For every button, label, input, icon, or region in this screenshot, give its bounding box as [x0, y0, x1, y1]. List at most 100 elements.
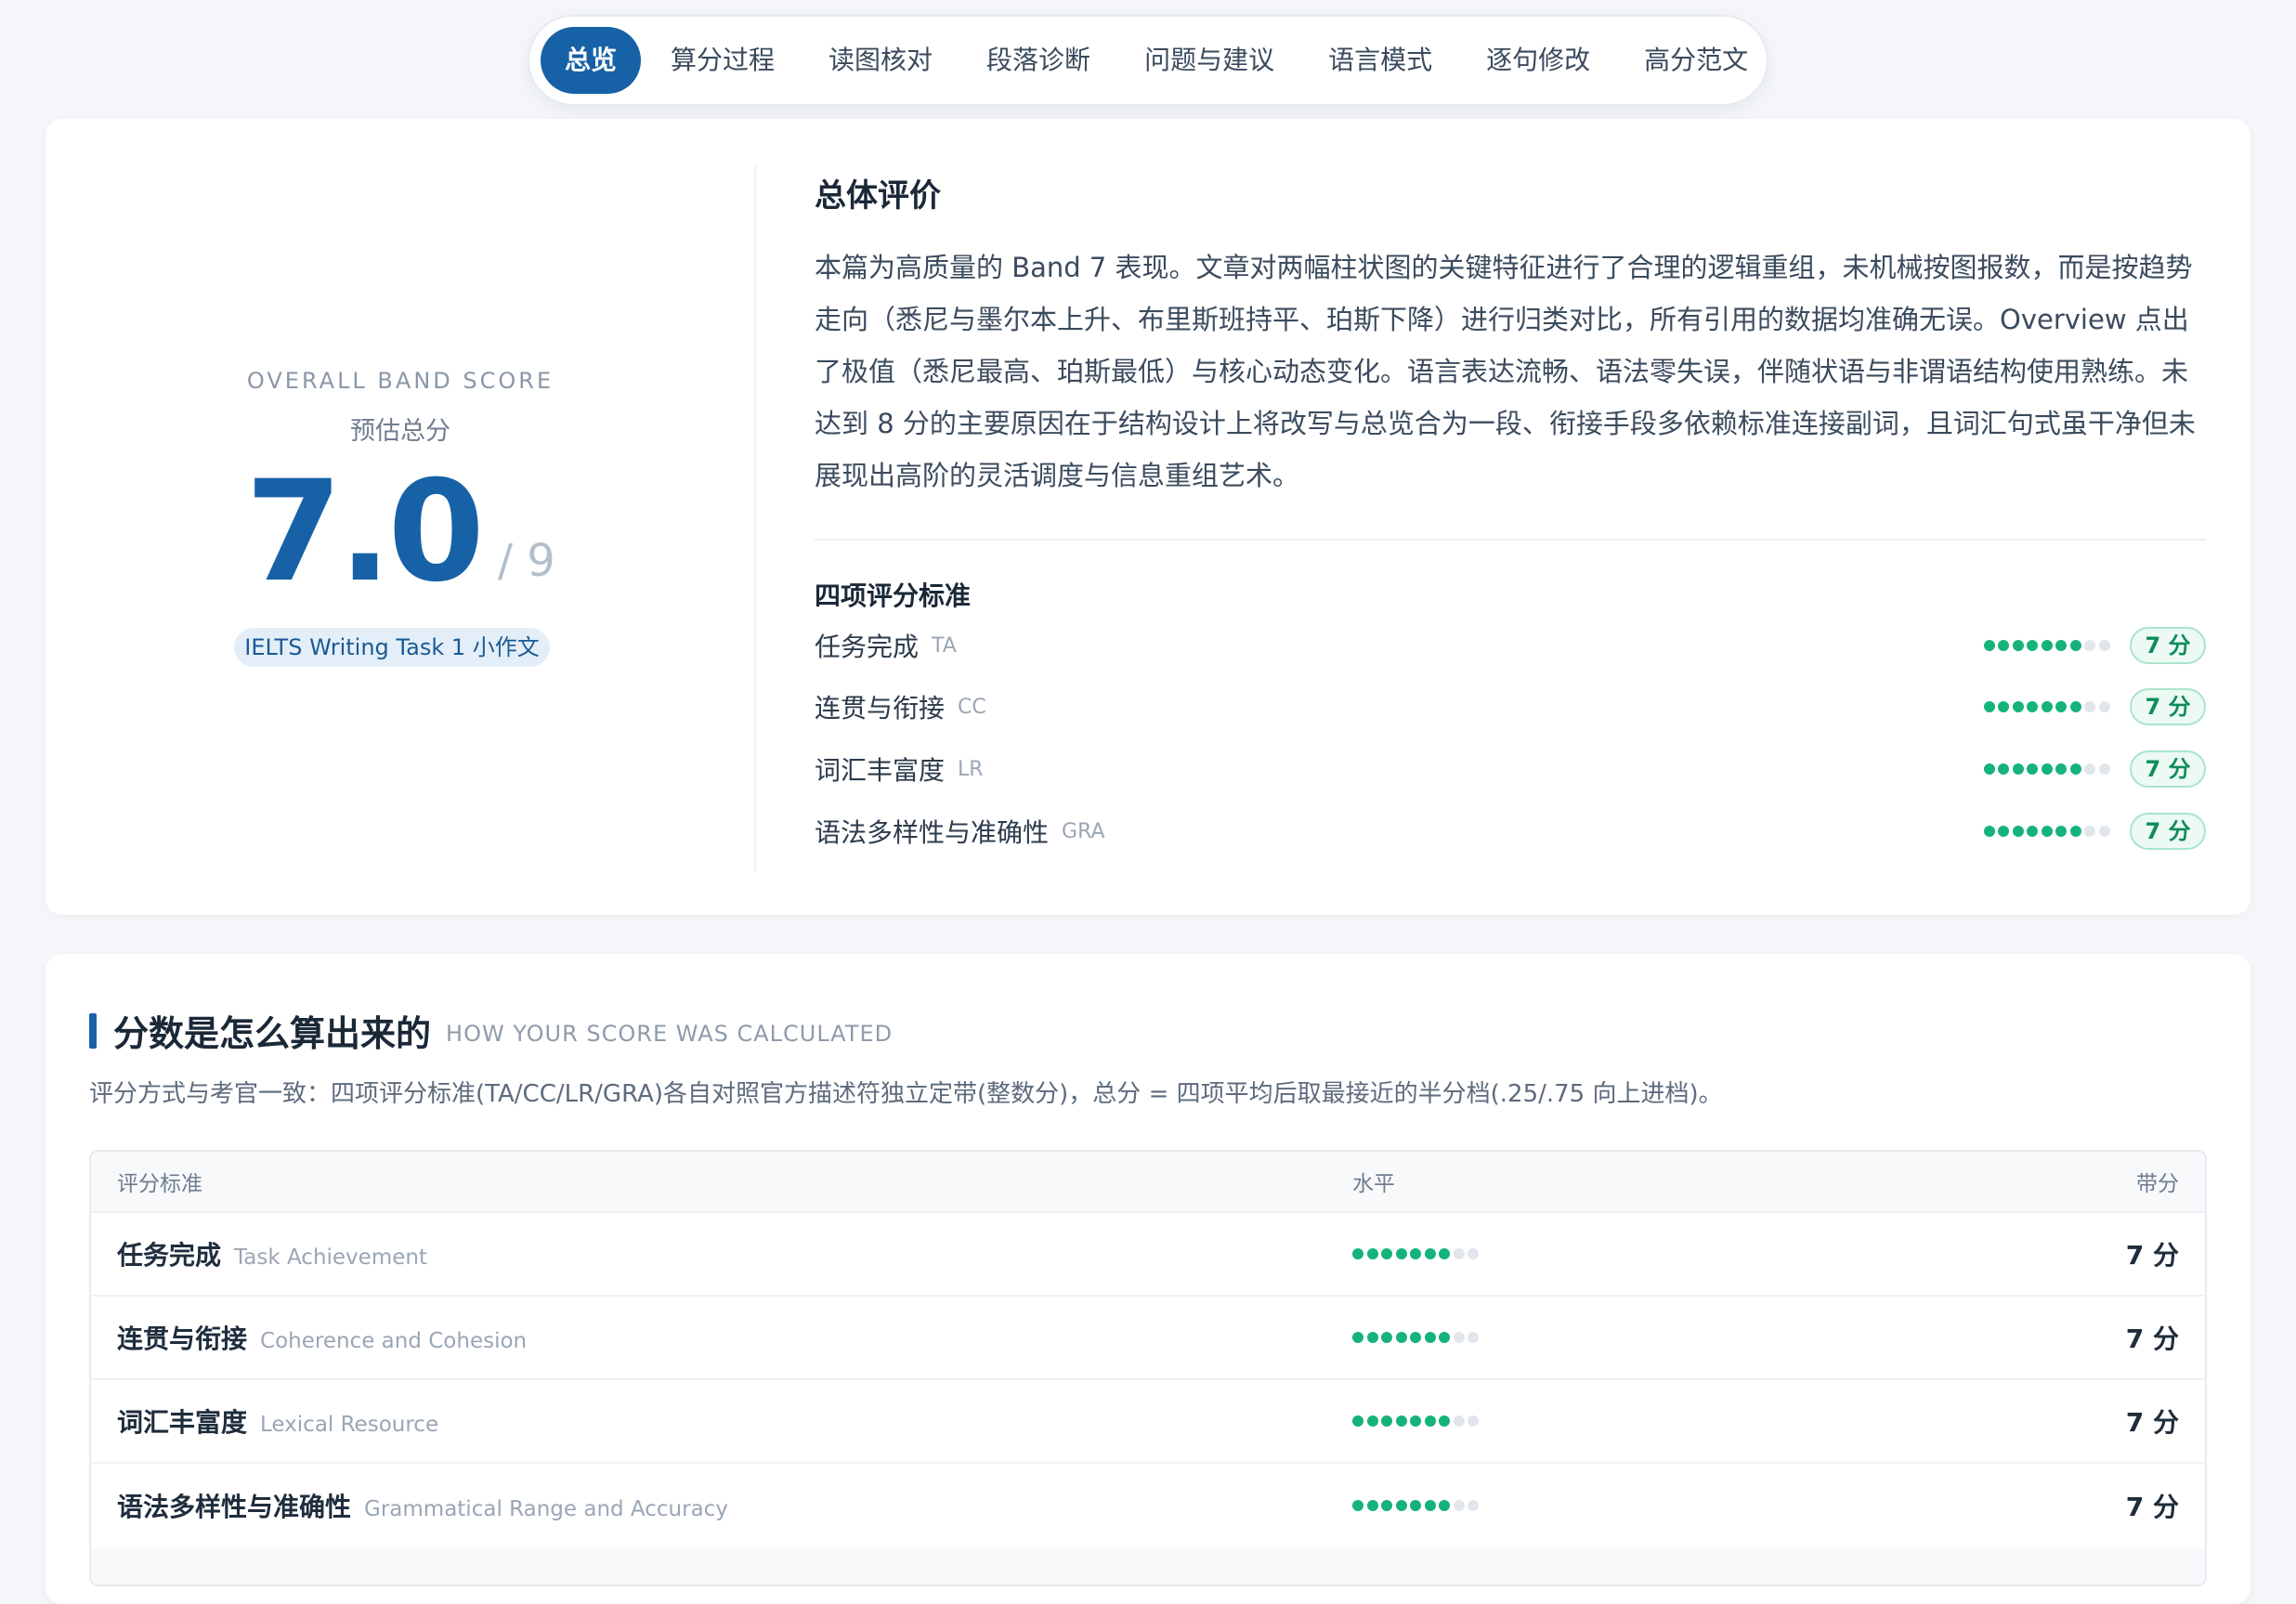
level-dot [1410, 1332, 1421, 1343]
level-dot [2027, 701, 2038, 712]
level-dot [1998, 701, 2009, 712]
level-dot [2055, 763, 2067, 775]
tab-1[interactable]: 总览 [541, 27, 642, 94]
level-dot [1468, 1248, 1479, 1259]
section-nav: 总览 算分过程 读图核对 段落诊断 问题与建议 语言模式 逐句修改 高分范文 [528, 15, 1768, 106]
evaluation-body: 本篇为高质量的 Band 7 表现。文章对两幅柱状图的关键特征进行了合理的逻辑重… [815, 252, 2196, 491]
level-dot [1381, 1415, 1392, 1427]
criterion-row: 语法多样性与准确性 GRA 7 分 [815, 812, 2206, 851]
criterion-level-dots [1983, 826, 2114, 837]
level-dot [1395, 1332, 1407, 1343]
tab-7[interactable]: 逐句修改 [1462, 27, 1614, 94]
level-dot [1424, 1415, 1436, 1427]
header-band: 带分 [2136, 1172, 2179, 1196]
criterion-band-badge: 7 分 [2130, 627, 2206, 664]
level-dot [1439, 1500, 1450, 1511]
level-dot [1381, 1248, 1392, 1259]
criterion-en: Grammatical Range and Accuracy [364, 1497, 728, 1521]
level-dot [1983, 763, 1995, 775]
level-dot [1410, 1500, 1421, 1511]
level-dot [1439, 1415, 1450, 1427]
level-dot [1983, 826, 1995, 837]
calculation-card: 分数是怎么算出来的 HOW YOUR SCORE WAS CALCULATED … [46, 954, 2250, 1604]
criterion-en: Task Achievement [234, 1245, 427, 1270]
section-accent-bar [89, 1012, 97, 1049]
tab-6[interactable]: 语言模式 [1304, 27, 1456, 94]
criterion-level-dots [1983, 640, 2114, 651]
evaluation-title: 总体评价 [815, 177, 941, 215]
criterion-name: 词汇丰富度 [815, 755, 946, 786]
calculation-header: 分数是怎么算出来的 HOW YOUR SCORE WAS CALCULATED [89, 1005, 893, 1056]
criterion-cell: 连贯与衔接 Coherence and Cohesion [91, 1319, 1352, 1356]
level-dot [2055, 701, 2067, 712]
level-dot [2084, 763, 2095, 775]
exam-type-badge: IELTS Writing Task 1 小作文 [234, 628, 550, 667]
table-level-dots [1352, 1248, 1482, 1259]
level-dot [1424, 1332, 1436, 1343]
tab-5[interactable]: 问题与建议 [1120, 27, 1298, 94]
tab-2[interactable]: 算分过程 [646, 27, 799, 94]
band-value: 7 分 [2125, 1492, 2179, 1522]
criterion-row: 词汇丰富度 LR 7 分 [815, 750, 2206, 789]
level-dot [1453, 1248, 1465, 1259]
criterion-name: 语法多样性与准确性 [815, 817, 1050, 848]
level-dot [1468, 1415, 1479, 1427]
header-level: 水平 [1352, 1172, 1395, 1196]
overview-card: OVERALL BAND SCORE 预估总分 7.0 / 9 IELTS Wr… [46, 119, 2250, 915]
level-dot [1410, 1415, 1421, 1427]
criterion-cn: 连贯与衔接 [117, 1324, 248, 1354]
level-dot [2027, 640, 2038, 651]
criterion-en: Coherence and Cohesion [260, 1329, 528, 1353]
criterion-row: 连贯与衔接 CC 7 分 [815, 687, 2206, 726]
level-dot [2012, 763, 2024, 775]
level-dot [2027, 763, 2038, 775]
score-max: / 9 [497, 535, 555, 587]
tab-8[interactable]: 高分范文 [1620, 27, 1772, 94]
tab-3[interactable]: 读图核对 [804, 27, 957, 94]
level-dot [2069, 826, 2081, 837]
score-label-en: OVERALL BAND SCORE [246, 368, 554, 394]
level-dot [1983, 640, 1995, 651]
level-dot [2041, 640, 2053, 651]
tab-4[interactable]: 段落诊断 [962, 27, 1115, 94]
calculation-description: 评分方式与考官一致：四项评分标准(TA/CC/LR/GRA)各自对照官方描述符独… [89, 1080, 1723, 1108]
level-dot [2012, 826, 2024, 837]
level-dot [1381, 1500, 1392, 1511]
table-body: 任务完成 Task Achievement 7 分连贯与衔接 Coherence an… [91, 1213, 2205, 1547]
level-dot [2041, 701, 2053, 712]
criterion-level-dots [1983, 763, 2114, 775]
criterion-row: 任务完成 TA 7 分 [815, 626, 2206, 665]
level-dot [1439, 1248, 1450, 1259]
level-dot [1381, 1332, 1392, 1343]
score-display: 7.0 / 9 [46, 463, 755, 602]
level-dot [1424, 1248, 1436, 1259]
level-dot [1395, 1500, 1407, 1511]
criterion-cn: 语法多样性与准确性 [117, 1492, 352, 1522]
level-dot [2084, 701, 2095, 712]
table-row: 词汇丰富度 Lexical Resource 7 分 [91, 1380, 2205, 1464]
level-dot [1439, 1332, 1450, 1343]
level-dot [2069, 701, 2081, 712]
level-cell [1352, 1248, 2002, 1259]
level-dot [1998, 763, 2009, 775]
table-level-dots [1352, 1415, 1482, 1427]
header-criterion: 评分标准 [117, 1172, 202, 1196]
level-cell [1352, 1332, 2002, 1343]
band-cell: 7 分 [2002, 1487, 2205, 1524]
criterion-name: 连贯与衔接 [815, 693, 946, 724]
tab-bar: 总览 算分过程 读图核对 段落诊断 问题与建议 语言模式 逐句修改 高分范文 [528, 15, 1768, 106]
level-dot [1366, 1500, 1378, 1511]
overall-band-score: 7.0 [245, 451, 485, 613]
level-dot [2098, 763, 2110, 775]
table-header: 评分标准 水平 带分 [91, 1152, 2205, 1213]
table-footer [91, 1547, 2205, 1584]
criterion-band-badge: 7 分 [2130, 813, 2206, 850]
level-dot [2055, 826, 2067, 837]
criteria-table: 评分标准 水平 带分 任务完成 Task Achievement 7 分连贯与衔接 C… [89, 1150, 2207, 1586]
level-dot [1395, 1415, 1407, 1427]
level-dot [2027, 826, 2038, 837]
level-dot [1983, 701, 1995, 712]
level-dot [2055, 640, 2067, 651]
calculation-subtitle: HOW YOUR SCORE WAS CALCULATED [446, 1020, 894, 1047]
level-dot [1998, 640, 2009, 651]
